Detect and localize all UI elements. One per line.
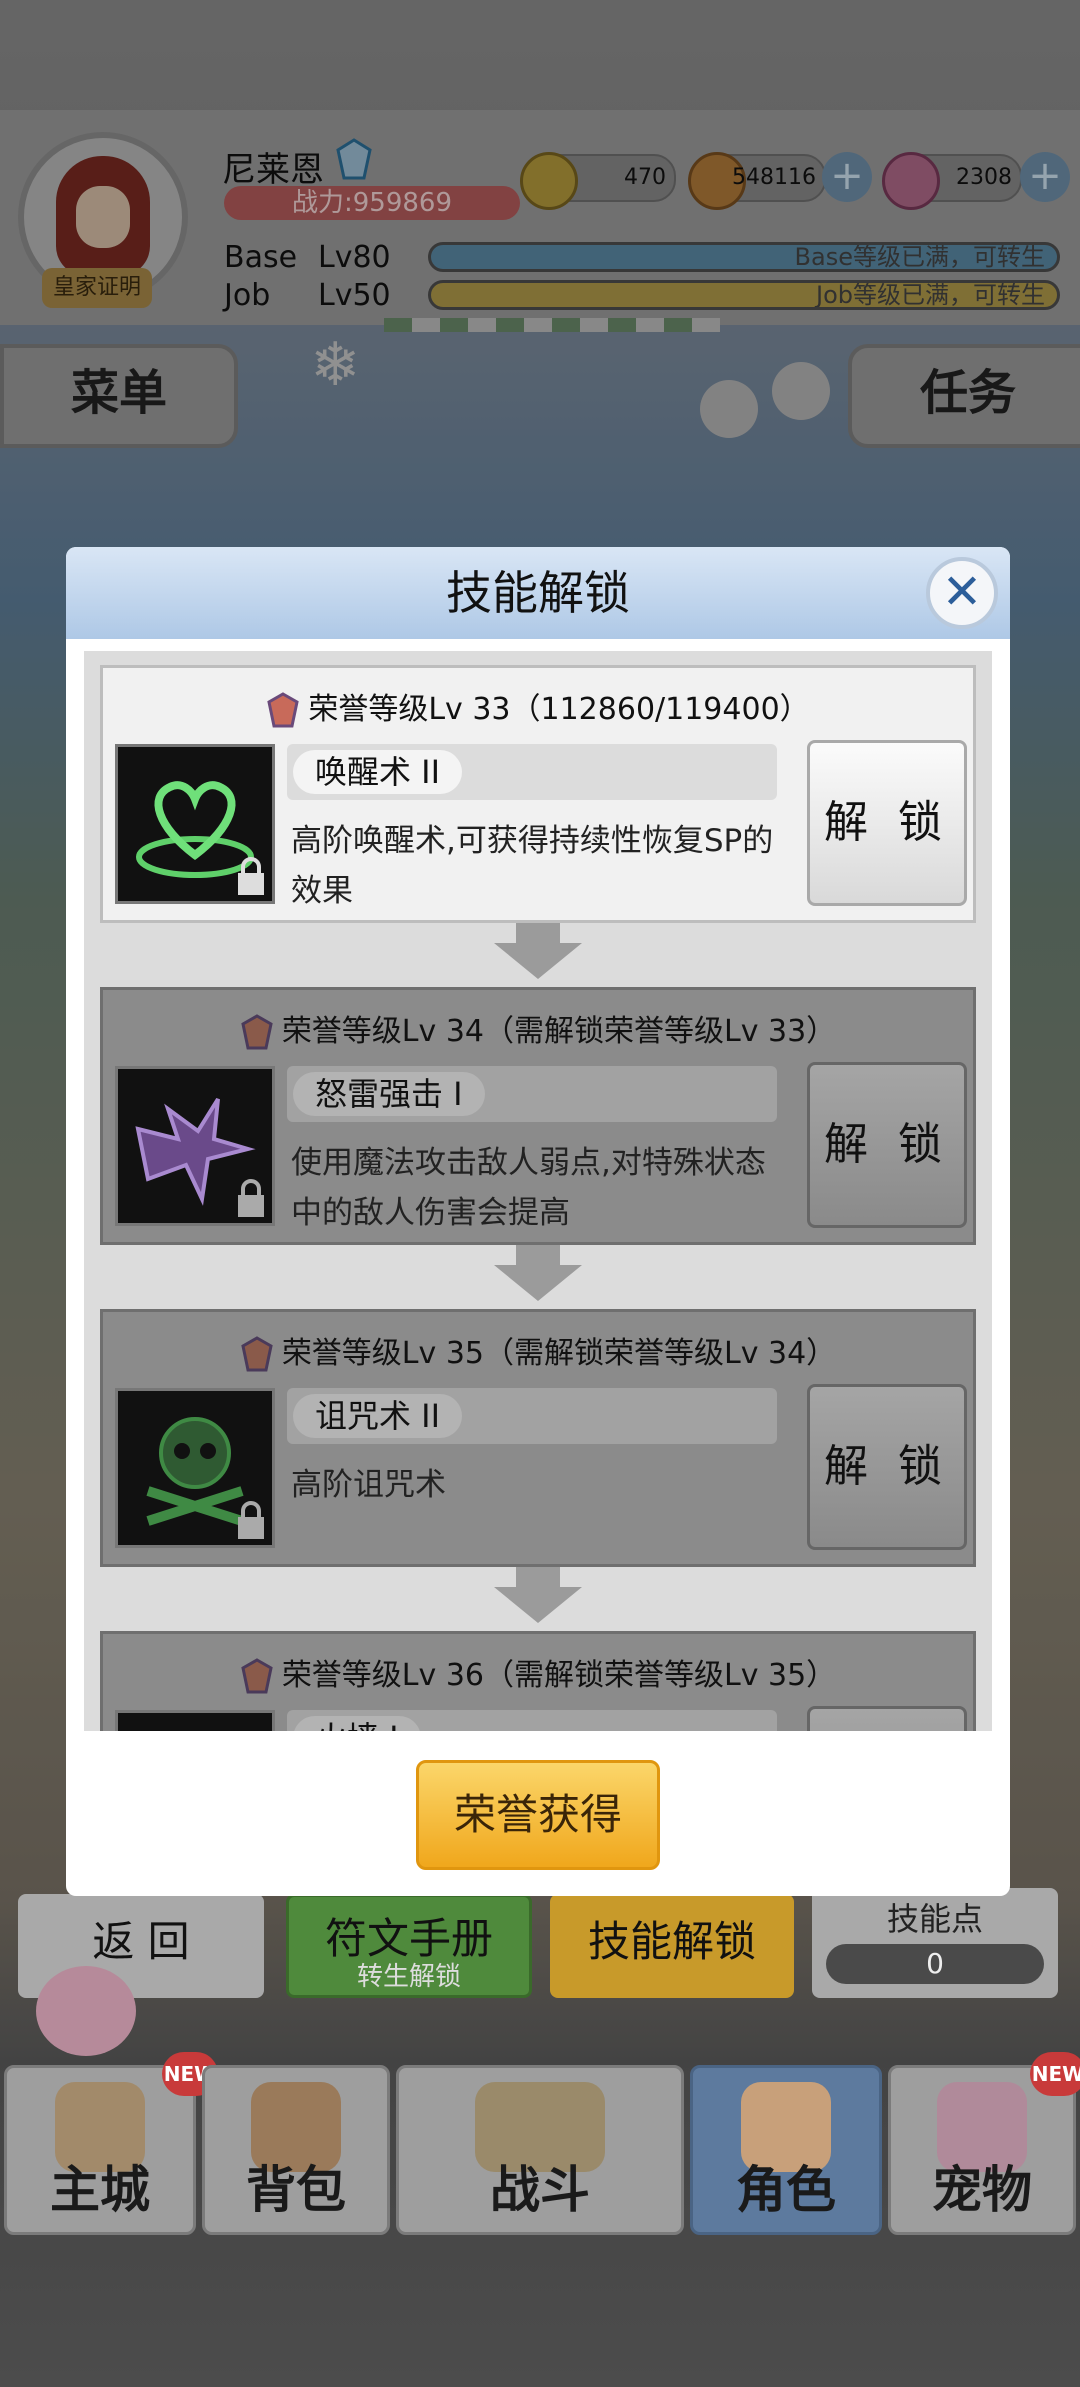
skill-name: 唤醒术 II [293, 750, 463, 794]
skill-icon [115, 1710, 275, 1731]
skill-icon [115, 1388, 275, 1548]
close-icon[interactable]: ✕ [926, 557, 998, 629]
down-arrow-icon [494, 1587, 582, 1623]
nav-backpack[interactable]: 背包 [202, 2065, 390, 2235]
skill-card-header: 荣誉等级Lv 35（需解锁荣誉等级Lv 34） [103, 1328, 973, 1374]
unlock-button[interactable]: 解 锁 [807, 1384, 967, 1550]
lock-icon [234, 1501, 268, 1541]
skill-name: 火墙 I [293, 1716, 421, 1731]
honor-requirement: 荣誉等级Lv 36（需解锁荣誉等级Lv 35） [281, 1658, 837, 1693]
skill-card: 荣誉等级Lv 36（需解锁荣誉等级Lv 35） 火墙 I 解 锁 [100, 1631, 976, 1731]
nav-label: 战斗 [490, 2161, 590, 2219]
skill-points-panel: 技能点 0 [812, 1888, 1058, 1998]
honor-medal-icon [240, 1013, 274, 1052]
skill-name-bar: 诅咒术 II [287, 1388, 777, 1444]
rune-unlock-note: 转生解锁 [356, 1962, 461, 1992]
nav-label: 宠物 [932, 2161, 1032, 2219]
skill-unlock-dialog: 技能解锁 ✕ 荣誉等级Lv 33（112860/119400） 唤醒术 II 高… [66, 547, 1010, 1896]
rune-manual-button[interactable]: 符文手册 转生解锁 [286, 1894, 532, 1998]
nav-main-city[interactable]: 主城 [4, 2065, 196, 2235]
skill-card: 荣誉等级Lv 35（需解锁荣誉等级Lv 34） 诅咒术 II 高阶诅咒术 解 锁 [100, 1309, 976, 1567]
down-arrow-icon [494, 943, 582, 979]
lock-icon [234, 1179, 268, 1219]
unlock-button[interactable]: 解 锁 [807, 1062, 967, 1228]
skill-card-header: 荣誉等级Lv 33（112860/119400） [103, 684, 973, 730]
nav-label: 角色 [736, 2161, 836, 2219]
skill-points-value: 0 [826, 1944, 1044, 1984]
skill-icon [115, 744, 275, 904]
nav-character[interactable]: 角色 [690, 2065, 882, 2235]
skill-card: 荣誉等级Lv 33（112860/119400） 唤醒术 II 高阶唤醒术,可获… [100, 665, 976, 923]
skill-card-header: 荣誉等级Lv 34（需解锁荣誉等级Lv 33） [103, 1006, 973, 1052]
nav-battle[interactable]: 战斗 [396, 2065, 684, 2235]
skill-list[interactable]: 荣誉等级Lv 33（112860/119400） 唤醒术 II 高阶唤醒术,可获… [84, 651, 992, 1731]
skill-name-bar: 怒雷强击 I [287, 1066, 777, 1122]
skill-card-header: 荣誉等级Lv 36（需解锁荣誉等级Lv 35） [103, 1650, 973, 1696]
rune-manual-label: 符文手册 [324, 1914, 493, 1963]
unlock-button[interactable]: 解 锁 [807, 740, 967, 906]
honor-obtain-button[interactable]: 荣誉获得 [416, 1760, 660, 1870]
skill-description: 高阶诅咒术 [291, 1467, 446, 1503]
skill-name-bar: 火墙 I [287, 1710, 777, 1731]
dialog-title: 技能解锁 [446, 566, 630, 620]
unlock-button[interactable]: 解 锁 [807, 1706, 967, 1731]
honor-medal-icon [240, 1335, 274, 1374]
lock-icon [234, 857, 268, 897]
skill-icon [115, 1066, 275, 1226]
honor-requirement: 荣誉等级Lv 33（112860/119400） [308, 692, 810, 727]
nav-label: 主城 [50, 2161, 150, 2219]
honor-requirement: 荣誉等级Lv 34（需解锁荣誉等级Lv 33） [281, 1014, 837, 1049]
honor-medal-icon [266, 691, 300, 730]
skill-name: 诅咒术 II [293, 1394, 463, 1438]
nav-label: 背包 [246, 2161, 346, 2219]
skill-name-bar: 唤醒术 II [287, 744, 777, 800]
poring-mascot-icon[interactable] [36, 1966, 136, 2056]
skill-name: 怒雷强击 I [293, 1072, 485, 1116]
skill-points-label: 技能点 [886, 1900, 983, 1938]
down-arrow-icon [494, 1265, 582, 1301]
skill-description: 使用魔法攻击敌人弱点,对特殊状态中的敌人伤害会提高 [291, 1145, 766, 1231]
honor-requirement: 荣誉等级Lv 35（需解锁荣誉等级Lv 34） [281, 1336, 837, 1371]
skill-card: 荣誉等级Lv 34（需解锁荣誉等级Lv 33） 怒雷强击 I 使用魔法攻击敌人弱… [100, 987, 976, 1245]
skill-unlock-tab[interactable]: 技能解锁 [550, 1894, 794, 1998]
new-badge: NEW [1030, 2052, 1080, 2096]
honor-medal-icon [240, 1657, 274, 1696]
skill-description: 高阶唤醒术,可获得持续性恢复SP的效果 [291, 823, 774, 909]
